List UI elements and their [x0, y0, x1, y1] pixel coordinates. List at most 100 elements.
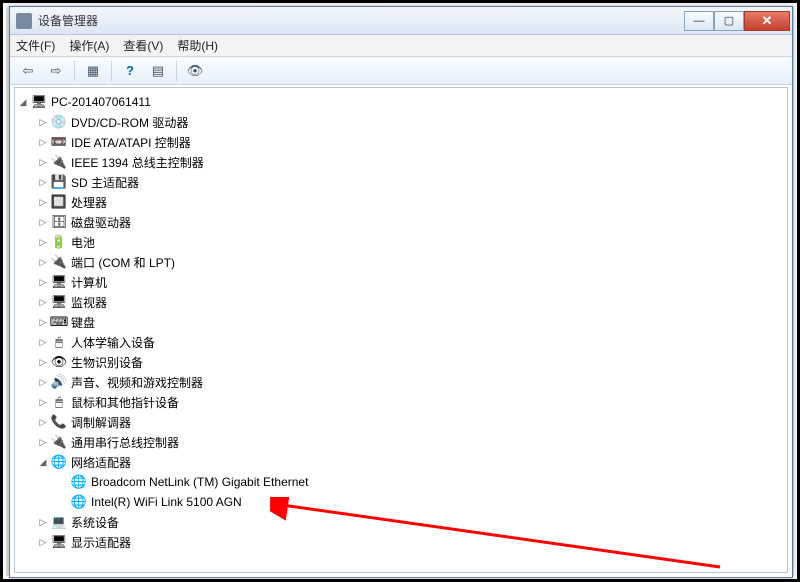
tree-item-cat-1[interactable]: ▷📼IDE ATA/ATAPI 控制器 [37, 132, 785, 152]
minimize-button[interactable]: — [684, 11, 714, 31]
device-icon: 🖥 [51, 274, 67, 290]
tree-item-cat-8[interactable]: ▷🖥计算机 [37, 272, 785, 292]
menu-view[interactable]: 查看(V) [123, 37, 163, 54]
tree-item-cat-5[interactable]: ▷🗄磁盘驱动器 [37, 212, 785, 232]
expand-icon[interactable]: ▷ [37, 316, 49, 328]
close-button[interactable]: ✕ [744, 11, 790, 31]
device-icon: 🔊 [51, 374, 67, 390]
tree-item-label: IEEE 1394 总线主控制器 [71, 154, 204, 171]
tree-item-cat-7[interactable]: ▷🔌端口 (COM 和 LPT) [37, 252, 785, 272]
expand-icon[interactable]: ▷ [37, 276, 49, 288]
collapse-icon[interactable]: ◢ [37, 456, 49, 468]
tree-item-label: SD 主适配器 [71, 174, 139, 191]
tree-item-label: 监视器 [71, 294, 107, 311]
expand-icon[interactable]: ▷ [37, 176, 49, 188]
device-icon: 💾 [51, 174, 67, 190]
menu-help[interactable]: 帮助(H) [177, 37, 218, 54]
tree-item-cat-10[interactable]: ▷⌨键盘 [37, 312, 785, 332]
tree-item-label: DVD/CD-ROM 驱动器 [71, 114, 188, 131]
tree-item-cat-9[interactable]: ▷🖥监视器 [37, 292, 785, 312]
tree-item-cat-15[interactable]: ▷📞调制解调器 [37, 412, 785, 432]
tree-item-label: IDE ATA/ATAPI 控制器 [71, 134, 191, 151]
expand-icon[interactable]: ▷ [37, 336, 49, 348]
show-hidden-button[interactable]: ▦ [81, 60, 105, 82]
back-button[interactable]: ⇦ [16, 60, 40, 82]
tree-item-cat-11[interactable]: ▷🖱人体学输入设备 [37, 332, 785, 352]
tree-item-label: 网络适配器 [71, 454, 131, 471]
tree-item-label: 人体学输入设备 [71, 334, 155, 351]
device-icon: 📞 [51, 414, 67, 430]
tree-item-net-child-1[interactable]: 🌐Intel(R) WiFi Link 5100 AGN [57, 492, 785, 512]
tree-item-cat-13[interactable]: ▷🔊声音、视频和游戏控制器 [37, 372, 785, 392]
expand-icon[interactable]: ▷ [37, 436, 49, 448]
tree-view[interactable]: ◢ 🖥 PC-201407061411 ▷💿DVD/CD-ROM 驱动器▷📼ID… [14, 87, 788, 573]
device-icon: 🖱 [51, 334, 67, 350]
tree-item-after-1[interactable]: ▷🖥显示适配器 [37, 532, 785, 552]
tree-item-label: 端口 (COM 和 LPT) [71, 254, 175, 271]
expand-icon[interactable]: ▷ [37, 256, 49, 268]
tree-item-label: 生物识别设备 [71, 354, 143, 371]
help-button[interactable]: ? [118, 60, 142, 82]
maximize-button[interactable]: ▢ [714, 11, 744, 31]
expand-icon[interactable]: ▷ [37, 516, 49, 528]
tree-item-label: 显示适配器 [71, 534, 131, 551]
device-icon: 🔌 [51, 154, 67, 170]
tree-item-cat-14[interactable]: ▷🖱鼠标和其他指针设备 [37, 392, 785, 412]
device-icon: 💻 [51, 514, 67, 530]
tree-item-cat-6[interactable]: ▷🔋电池 [37, 232, 785, 252]
expand-icon[interactable]: ▷ [37, 136, 49, 148]
tree-item-cat-2[interactable]: ▷🔌IEEE 1394 总线主控制器 [37, 152, 785, 172]
device-icon: 🌐 [71, 494, 87, 510]
tree-item-cat-12[interactable]: ▷👁生物识别设备 [37, 352, 785, 372]
menu-action[interactable]: 操作(A) [69, 37, 109, 54]
expand-icon[interactable]: ▷ [37, 356, 49, 368]
expand-icon[interactable]: ▷ [37, 396, 49, 408]
menu-file[interactable]: 文件(F) [16, 37, 55, 54]
tree-item-after-0[interactable]: ▷💻系统设备 [37, 512, 785, 532]
device-icon: 📼 [51, 134, 67, 150]
scan-button[interactable]: 👁 [183, 60, 207, 82]
expand-icon[interactable]: ▷ [37, 216, 49, 228]
window-title: 设备管理器 [38, 12, 684, 29]
device-icon: 🔋 [51, 234, 67, 250]
device-icon: 🌐 [71, 474, 87, 490]
device-icon: ⌨ [51, 314, 67, 330]
expand-icon[interactable]: ▷ [37, 296, 49, 308]
titlebar[interactable]: 设备管理器 — ▢ ✕ [10, 7, 792, 35]
collapse-icon[interactable]: ◢ [17, 96, 29, 108]
tree-item-net-child-0[interactable]: 🌐 Broadcom NetLink (TM) Gigabit Ethernet [57, 472, 785, 492]
tree-item-label: Broadcom NetLink (TM) Gigabit Ethernet [91, 475, 308, 489]
toolbar-divider [111, 61, 112, 81]
tree-item-cat-0[interactable]: ▷💿DVD/CD-ROM 驱动器 [37, 112, 785, 132]
tree-item-cat-3[interactable]: ▷💾SD 主适配器 [37, 172, 785, 192]
tree-item-network-adapters[interactable]: ◢🌐网络适配器 [37, 452, 785, 472]
tree-item-cat-4[interactable]: ▷🔲处理器 [37, 192, 785, 212]
expand-icon[interactable]: ▷ [37, 536, 49, 548]
expand-icon[interactable]: ▷ [37, 196, 49, 208]
forward-button[interactable]: ⇨ [44, 60, 68, 82]
device-icon: 💿 [51, 114, 67, 130]
device-icon: 🖥 [51, 534, 67, 550]
device-icon: 🖱 [51, 394, 67, 410]
toolbar-divider [74, 61, 75, 81]
device-manager-window: 设备管理器 — ▢ ✕ 文件(F) 操作(A) 查看(V) 帮助(H) ⇦ ⇨ … [9, 6, 793, 578]
properties-button[interactable]: ▤ [146, 60, 170, 82]
tree-item-cat-16[interactable]: ▷🔌通用串行总线控制器 [37, 432, 785, 452]
expand-icon[interactable]: ▷ [37, 116, 49, 128]
device-icon: 🗄 [51, 214, 67, 230]
tree-root[interactable]: ◢ 🖥 PC-201407061411 [17, 92, 785, 112]
device-icon: 🔌 [51, 254, 67, 270]
expand-icon[interactable]: ▷ [37, 376, 49, 388]
device-icon: 🌐 [51, 454, 67, 470]
tree-item-label: 键盘 [71, 314, 95, 331]
toolbar: ⇦ ⇨ ▦ ? ▤ 👁 [10, 57, 792, 85]
tree-item-label: 电池 [71, 234, 95, 251]
expand-icon[interactable]: ▷ [37, 416, 49, 428]
tree-item-label: 磁盘驱动器 [71, 214, 131, 231]
tree-item-label: 系统设备 [71, 514, 119, 531]
expand-icon[interactable]: ▷ [37, 156, 49, 168]
tree-item-label: 处理器 [71, 194, 107, 211]
expand-icon[interactable]: ▷ [37, 236, 49, 248]
app-icon [16, 13, 32, 29]
tree-item-label: 调制解调器 [71, 414, 131, 431]
